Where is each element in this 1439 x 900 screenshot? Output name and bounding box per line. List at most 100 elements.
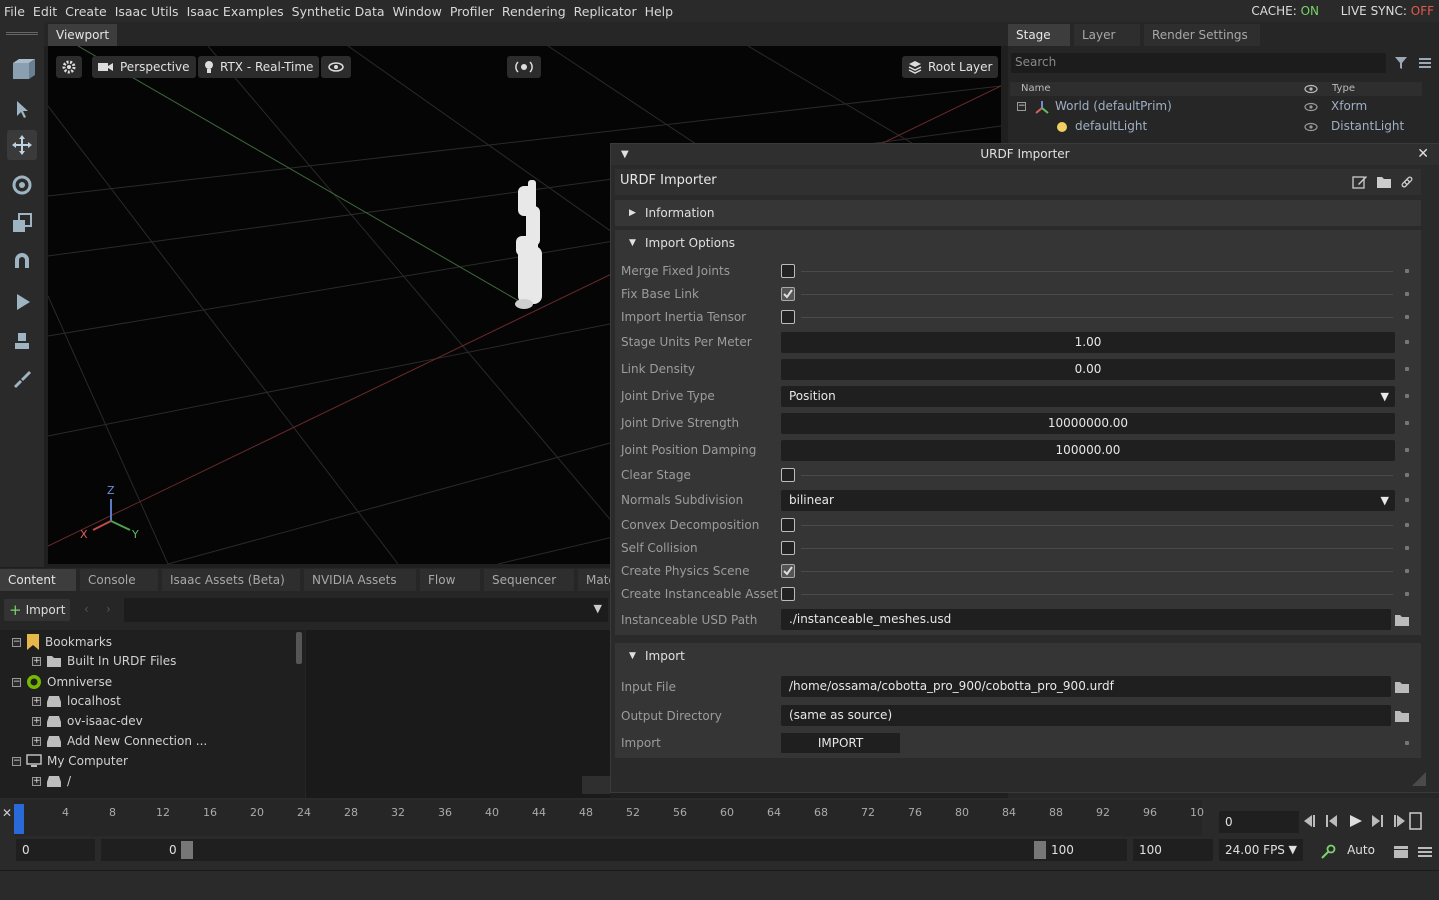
information-section-header[interactable]: ▶ Information [615, 200, 1421, 226]
folder-icon[interactable] [1376, 175, 1392, 189]
start-frame-field[interactable]: 0 [16, 839, 95, 861]
menu-replicator[interactable]: Replicator [570, 4, 641, 19]
expand-icon[interactable]: + [32, 696, 41, 706]
joint-drive-strength-field[interactable]: 10000000.00 [781, 413, 1395, 434]
reset-dot[interactable] [1405, 546, 1409, 550]
camera-button[interactable]: Perspective [92, 56, 196, 78]
range-slider[interactable]: 0 100 [101, 839, 1127, 861]
tab-sequencer[interactable]: Sequencer [484, 569, 574, 591]
reset-dot[interactable] [1405, 592, 1409, 596]
tab-stage[interactable]: Stage [1008, 24, 1070, 46]
current-frame-field[interactable]: 0 [1219, 811, 1299, 833]
move-tool-icon[interactable] [7, 130, 37, 160]
joint-drive-type-select[interactable]: Position ▼ [781, 386, 1395, 407]
fps-select[interactable]: 24.00 FPS ▼ [1219, 839, 1303, 861]
menu-isaac-examples[interactable]: Isaac Examples [183, 4, 288, 19]
expand-icon[interactable]: + [32, 776, 41, 786]
link-icon[interactable] [1400, 175, 1414, 189]
fix-base-link-checkbox[interactable] [781, 287, 795, 301]
paint-brush-icon[interactable] [7, 363, 37, 393]
tab-viewport[interactable]: Viewport [48, 24, 118, 46]
reset-dot[interactable] [1405, 315, 1409, 319]
tree-item-localhost[interactable]: + localhost [32, 694, 121, 708]
timeline-ruler[interactable]: 4 8 12 16 20 24 28 32 36 40 44 48 52 56 … [14, 800, 1204, 836]
reset-dot[interactable] [1405, 421, 1409, 425]
tab-content[interactable]: Content [0, 569, 76, 591]
import-content-button[interactable]: + Import [4, 599, 70, 621]
urdf-window-titlebar[interactable]: ▼ URDF Importer ✕ [611, 144, 1439, 165]
folder-icon[interactable] [1394, 680, 1410, 694]
clapperboard-icon[interactable] [1393, 845, 1409, 859]
collapse-triangle-icon[interactable]: ▼ [621, 144, 629, 165]
reset-dot[interactable] [1405, 340, 1409, 344]
stage-row-defaultlight[interactable]: defaultLight DistantLight [1010, 117, 1422, 137]
import-section-header[interactable]: ▼ Import [615, 643, 1421, 669]
reset-dot[interactable] [1405, 448, 1409, 452]
range-start-handle[interactable] [181, 841, 193, 859]
input-file-field[interactable]: /home/ossama/cobotta_pro_900/cobotta_pro… [781, 676, 1391, 697]
file-grid[interactable] [306, 630, 610, 798]
expand-icon[interactable]: + [32, 656, 41, 666]
zoom-slider[interactable] [582, 776, 610, 794]
robot-tool-icon[interactable] [7, 326, 37, 356]
back-arrow-icon[interactable]: ‹ [84, 602, 89, 616]
live-sync-status[interactable]: LIVE SYNC: OFF [1341, 4, 1434, 18]
path-input[interactable]: ▼ [124, 598, 608, 622]
reset-dot[interactable] [1405, 394, 1409, 398]
tab-layer[interactable]: Layer [1074, 24, 1140, 46]
viewport-settings-button[interactable] [56, 56, 82, 78]
visibility-button[interactable] [321, 56, 351, 78]
reset-dot[interactable] [1405, 523, 1409, 527]
live-broadcast-button[interactable] [507, 56, 541, 78]
collapse-icon[interactable]: − [12, 756, 21, 766]
auto-button[interactable]: Auto [1341, 839, 1381, 861]
stage-units-field[interactable]: 1.00 [781, 332, 1395, 353]
tab-nvidia-assets[interactable]: NVIDIA Assets [304, 569, 416, 591]
collapse-icon[interactable]: − [12, 637, 21, 647]
menu-window[interactable]: Window [389, 4, 446, 19]
instanceable-usd-path-field[interactable]: ./instanceable_meshes.usd [781, 609, 1391, 630]
playhead[interactable] [14, 804, 24, 834]
menu-help[interactable]: Help [641, 4, 678, 19]
convex-decomposition-checkbox[interactable] [781, 518, 795, 532]
collapse-icon[interactable]: − [1017, 102, 1026, 111]
self-collision-checkbox[interactable] [781, 541, 795, 555]
tab-flow[interactable]: Flow [420, 569, 480, 591]
import-inertia-tensor-checkbox[interactable] [781, 310, 795, 324]
select-mode-icon[interactable] [7, 55, 37, 85]
tree-item-built-in-urdf[interactable]: + Built In URDF Files [32, 654, 176, 668]
expand-icon[interactable]: + [32, 716, 41, 726]
link-density-field[interactable]: 0.00 [781, 359, 1395, 380]
tree-item-ov-isaac-dev[interactable]: + ov-isaac-dev [32, 714, 143, 728]
tab-materials[interactable]: Mate [578, 569, 610, 591]
reset-dot[interactable] [1405, 741, 1409, 745]
reset-dot[interactable] [1405, 292, 1409, 296]
tree-item-root[interactable]: + / [32, 774, 71, 788]
stage-search-input[interactable]: Search [1011, 53, 1386, 73]
tree-item-my-computer[interactable]: − My Computer [12, 754, 128, 768]
root-layer-button[interactable]: Root Layer [902, 56, 999, 78]
output-directory-field[interactable]: (same as source) [781, 705, 1391, 726]
reset-dot[interactable] [1405, 367, 1409, 371]
eye-icon[interactable] [1304, 122, 1318, 132]
expand-icon[interactable]: + [32, 736, 41, 746]
reset-dot[interactable] [1405, 473, 1409, 477]
import-button[interactable]: IMPORT [781, 733, 900, 753]
range-end-handle[interactable] [1034, 841, 1046, 859]
play-icon[interactable] [7, 287, 37, 317]
select-arrow-icon[interactable] [7, 94, 37, 124]
reset-dot[interactable] [1405, 498, 1409, 502]
eye-icon[interactable] [1304, 102, 1318, 112]
menu-icon[interactable] [1418, 56, 1432, 70]
create-instanceable-asset-checkbox[interactable] [781, 587, 795, 601]
folder-icon[interactable] [1394, 613, 1410, 627]
forward-arrow-icon[interactable]: › [106, 602, 111, 616]
tree-item-add-connection[interactable]: + Add New Connection ... [32, 734, 207, 748]
dropdown-arrow-icon[interactable]: ▼ [594, 602, 602, 615]
menu-edit[interactable]: Edit [29, 4, 61, 19]
folder-icon[interactable] [1394, 709, 1410, 723]
close-icon[interactable]: ✕ [1417, 144, 1429, 165]
create-physics-scene-checkbox[interactable] [781, 564, 795, 578]
tab-isaac-assets[interactable]: Isaac Assets (Beta) [162, 569, 300, 591]
filter-icon[interactable] [1394, 56, 1408, 70]
